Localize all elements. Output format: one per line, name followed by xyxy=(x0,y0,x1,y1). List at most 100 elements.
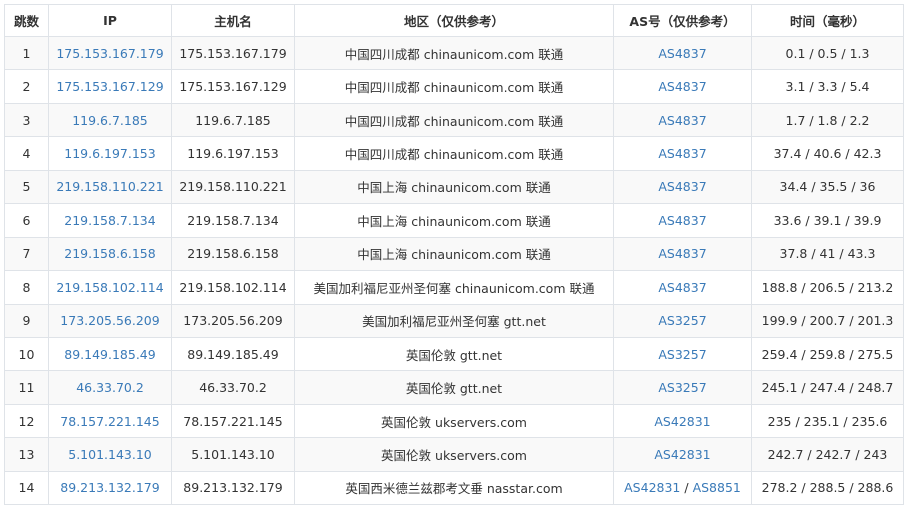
table-row: 5 219.158.110.221 219.158.110.221 中国上海 chin… xyxy=(4,169,904,205)
hop-cell: 14 xyxy=(4,470,49,506)
header-time: 时间（毫秒） xyxy=(751,4,904,37)
ip-link[interactable]: 119.6.7.185 xyxy=(72,113,148,128)
table-row: 2 175.153.167.129 175.153.167.129 中国四川成都 ch… xyxy=(4,69,904,104)
traceroute-table: 跳数 IP 主机名 地区（仅供参考） AS号（仅供参考） 时间（毫秒） 1 175… xyxy=(4,4,904,506)
region-cell: 美国加利福尼亚州圣何塞 chinaunicom.com 联通 xyxy=(294,270,614,305)
as-link[interactable]: AS42831 xyxy=(654,447,710,462)
time-cell: 259.4 / 259.8 / 275.5 xyxy=(751,336,904,372)
as-cell: AS4837 xyxy=(613,236,752,272)
as-link[interactable]: AS4837 xyxy=(658,46,706,61)
ip-link[interactable]: 219.158.102.114 xyxy=(56,280,163,295)
table-row: 6 219.158.7.134 219.158.7.134 中国上海 chinauni… xyxy=(4,203,904,238)
as-cell: AS3257 xyxy=(613,336,752,372)
ip-cell: 175.153.167.129 xyxy=(48,69,172,104)
table-row: 1 175.153.167.179 175.153.167.179 中国四川成都 ch… xyxy=(4,35,904,71)
as-link[interactable]: AS3257 xyxy=(658,313,706,328)
ip-cell: 119.6.7.185 xyxy=(48,102,172,138)
time-cell: 235 / 235.1 / 235.6 xyxy=(751,403,904,439)
host-cell: 219.158.7.134 xyxy=(171,203,295,238)
ip-cell: 89.213.132.179 xyxy=(48,470,172,506)
as-link[interactable]: AS42831 xyxy=(624,480,680,495)
ip-link[interactable]: 219.158.6.158 xyxy=(64,246,155,261)
hop-cell: 2 xyxy=(4,69,49,104)
region-cell: 英国伦敦 gtt.net xyxy=(294,336,614,372)
ip-link[interactable]: 173.205.56.209 xyxy=(60,313,159,328)
region-cell: 英国西米德兰兹郡考文垂 nasstar.com xyxy=(294,470,614,506)
as-link[interactable]: AS4837 xyxy=(658,146,706,161)
time-cell: 33.6 / 39.1 / 39.9 xyxy=(751,203,904,238)
hop-cell: 9 xyxy=(4,303,49,338)
header-as: AS号（仅供参考） xyxy=(613,4,752,37)
as-cell: AS3257 xyxy=(613,303,752,338)
as-link[interactable]: AS3257 xyxy=(658,347,706,362)
table-row: 12 78.157.221.145 78.157.221.145 英国伦敦 ukser… xyxy=(4,403,904,439)
host-cell: 5.101.143.10 xyxy=(171,437,295,472)
ip-link[interactable]: 175.153.167.129 xyxy=(56,79,163,94)
ip-link[interactable]: 219.158.110.221 xyxy=(56,179,163,194)
as-cell: AS4837 xyxy=(613,102,752,138)
as-link[interactable]: AS4837 xyxy=(658,79,706,94)
ip-link[interactable]: 175.153.167.179 xyxy=(56,46,163,61)
time-cell: 37.4 / 40.6 / 42.3 xyxy=(751,136,904,171)
hop-cell: 5 xyxy=(4,169,49,205)
table-row: 3 119.6.7.185 119.6.7.185 中国四川成都 chinaunico… xyxy=(4,102,904,138)
ip-cell: 219.158.110.221 xyxy=(48,169,172,205)
ip-link[interactable]: 89.213.132.179 xyxy=(60,480,159,495)
table-row: 4 119.6.197.153 119.6.197.153 中国四川成都 chinau… xyxy=(4,136,904,171)
hop-cell: 6 xyxy=(4,203,49,238)
header-host: 主机名 xyxy=(171,4,295,37)
ip-cell: 219.158.6.158 xyxy=(48,236,172,272)
time-cell: 278.2 / 288.5 / 288.6 xyxy=(751,470,904,506)
as-link[interactable]: AS42831 xyxy=(654,414,710,429)
as-link[interactable]: AS4837 xyxy=(658,246,706,261)
host-cell: 175.153.167.179 xyxy=(171,35,295,71)
as-link[interactable]: AS8851 xyxy=(693,480,741,495)
ip-cell: 219.158.7.134 xyxy=(48,203,172,238)
as-cell: AS42831 xyxy=(613,437,752,472)
region-cell: 英国伦敦 ukservers.com xyxy=(294,437,614,472)
region-cell: 中国上海 chinaunicom.com 联通 xyxy=(294,169,614,205)
ip-link[interactable]: 219.158.7.134 xyxy=(64,213,155,228)
table-header-row: 跳数 IP 主机名 地区（仅供参考） AS号（仅供参考） 时间（毫秒） xyxy=(4,4,904,37)
as-link[interactable]: AS4837 xyxy=(658,179,706,194)
host-cell: 46.33.70.2 xyxy=(171,370,295,405)
ip-link[interactable]: 5.101.143.10 xyxy=(68,447,152,462)
host-cell: 89.149.185.49 xyxy=(171,336,295,372)
time-cell: 34.4 / 35.5 / 36 xyxy=(751,169,904,205)
ip-cell: 78.157.221.145 xyxy=(48,403,172,439)
region-cell: 中国四川成都 chinaunicom.com 联通 xyxy=(294,136,614,171)
ip-cell: 119.6.197.153 xyxy=(48,136,172,171)
region-cell: 英国伦敦 ukservers.com xyxy=(294,403,614,439)
as-link[interactable]: AS3257 xyxy=(658,380,706,395)
table-row: 7 219.158.6.158 219.158.6.158 中国上海 chinauni… xyxy=(4,236,904,272)
as-cell: AS42831 / AS8851 xyxy=(613,470,752,506)
hop-cell: 8 xyxy=(4,270,49,305)
host-cell: 119.6.197.153 xyxy=(171,136,295,171)
region-cell: 美国加利福尼亚州圣何塞 gtt.net xyxy=(294,303,614,338)
time-cell: 188.8 / 206.5 / 213.2 xyxy=(751,270,904,305)
ip-cell: 5.101.143.10 xyxy=(48,437,172,472)
ip-cell: 173.205.56.209 xyxy=(48,303,172,338)
hop-cell: 10 xyxy=(4,336,49,372)
host-cell: 173.205.56.209 xyxy=(171,303,295,338)
as-cell: AS4837 xyxy=(613,136,752,171)
header-ip: IP xyxy=(48,4,172,37)
region-cell: 中国四川成都 chinaunicom.com 联通 xyxy=(294,69,614,104)
ip-cell: 219.158.102.114 xyxy=(48,270,172,305)
ip-link[interactable]: 89.149.185.49 xyxy=(64,347,155,362)
ip-link[interactable]: 78.157.221.145 xyxy=(60,414,159,429)
region-cell: 英国伦敦 gtt.net xyxy=(294,370,614,405)
host-cell: 175.153.167.129 xyxy=(171,69,295,104)
as-link[interactable]: AS4837 xyxy=(658,113,706,128)
hop-cell: 11 xyxy=(4,370,49,405)
region-cell: 中国上海 chinaunicom.com 联通 xyxy=(294,203,614,238)
hop-cell: 12 xyxy=(4,403,49,439)
as-cell: AS42831 xyxy=(613,403,752,439)
ip-link[interactable]: 119.6.197.153 xyxy=(64,146,155,161)
as-link[interactable]: AS4837 xyxy=(658,213,706,228)
table-row: 9 173.205.56.209 173.205.56.209 美国加利福尼亚州圣何塞… xyxy=(4,303,904,338)
as-cell: AS4837 xyxy=(613,203,752,238)
time-cell: 245.1 / 247.4 / 248.7 xyxy=(751,370,904,405)
as-link[interactable]: AS4837 xyxy=(658,280,706,295)
ip-link[interactable]: 46.33.70.2 xyxy=(76,380,144,395)
